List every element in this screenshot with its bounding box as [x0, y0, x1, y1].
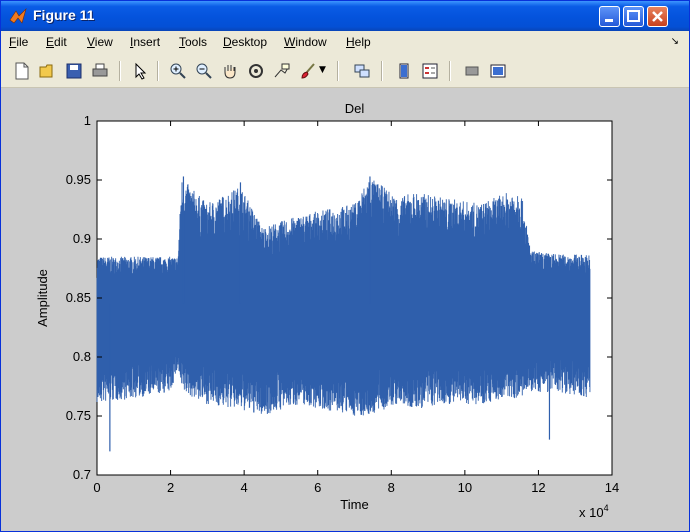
y-tick-label: 0.8: [73, 349, 91, 364]
window-title: Figure 11: [33, 7, 95, 23]
x-axis-label: Time: [340, 497, 368, 512]
x-tick-label: 6: [314, 480, 321, 495]
pan-hand-icon[interactable]: [221, 62, 239, 80]
x-axis-multiplier-base: x 10: [579, 505, 604, 520]
show-plot-tools-icon[interactable]: [489, 62, 507, 80]
x-tick-label: 12: [531, 480, 545, 495]
x-tick-label: 10: [458, 480, 472, 495]
pointer-arrow-icon[interactable]: [131, 62, 149, 80]
x-tick-label: 8: [388, 480, 395, 495]
figure-toolbar: ▼: [1, 53, 689, 88]
zoom-out-icon[interactable]: [195, 62, 213, 80]
menu-help[interactable]: Help: [346, 35, 371, 49]
title-bar[interactable]: Figure 11: [1, 1, 689, 31]
rotate-3d-icon[interactable]: [247, 62, 265, 80]
menu-file[interactable]: File: [9, 35, 28, 49]
matlab-logo-icon: [9, 8, 27, 24]
toolbar-separator: [119, 61, 120, 81]
plot-canvas[interactable]: 0 2 4 6 8 10 12 14 0.7 0.75 0.8 0.85 0.9 0.95 1 Del Ti…: [0, 87, 688, 530]
menu-window[interactable]: Window: [284, 35, 327, 49]
menu-dock-arrow-icon[interactable]: ↘: [671, 36, 679, 47]
print-icon[interactable]: [91, 62, 109, 80]
y-axis-label: Amplitude: [35, 269, 50, 327]
toolbar-separator: [337, 61, 338, 81]
menu-desktop[interactable]: Desktop: [223, 35, 267, 49]
x-tick-label: 0: [93, 480, 100, 495]
y-tick-label: 0.7: [73, 467, 91, 482]
brush-icon[interactable]: [299, 62, 317, 80]
y-tick-label: 1: [84, 113, 91, 128]
close-icon: [652, 11, 663, 22]
toolbar-separator: [381, 61, 382, 81]
menu-bar: File Edit View Insert Tools Desktop Wind…: [1, 31, 689, 53]
new-figure-icon[interactable]: [13, 62, 31, 80]
minimize-icon: [605, 19, 613, 22]
legend-icon[interactable]: [421, 62, 439, 80]
toolbar-separator: [449, 61, 450, 81]
maximize-button[interactable]: [623, 6, 644, 27]
open-file-icon[interactable]: [39, 62, 57, 80]
link-plot-icon[interactable]: [353, 62, 371, 80]
chart-title: Del: [345, 101, 365, 116]
y-tick-label: 0.85: [66, 290, 91, 305]
menu-edit[interactable]: Edit: [46, 35, 67, 49]
dropdown-arrow-icon[interactable]: ▼: [319, 65, 326, 75]
maximize-icon: [627, 10, 640, 22]
y-tick-label: 0.9: [73, 231, 91, 246]
menu-view[interactable]: View: [87, 35, 113, 49]
y-tick-label: 0.75: [66, 408, 91, 423]
data-cursor-icon[interactable]: [273, 62, 291, 80]
x-axis-multiplier: x 104: [579, 503, 609, 520]
zoom-in-icon[interactable]: [169, 62, 187, 80]
menu-insert[interactable]: Insert: [130, 35, 160, 49]
close-button[interactable]: [647, 6, 668, 27]
save-icon[interactable]: [65, 62, 83, 80]
x-tick-label: 14: [605, 480, 619, 495]
menu-tools[interactable]: Tools: [179, 35, 207, 49]
toolbar-separator: [157, 61, 158, 81]
colorbar-icon[interactable]: [395, 62, 413, 80]
minimize-button[interactable]: [599, 6, 620, 27]
x-tick-label: 2: [167, 480, 174, 495]
x-axis-multiplier-exponent: 4: [604, 503, 609, 513]
y-tick-label: 0.95: [66, 172, 91, 187]
hide-plot-tools-icon[interactable]: [463, 62, 481, 80]
x-tick-label: 4: [241, 480, 248, 495]
